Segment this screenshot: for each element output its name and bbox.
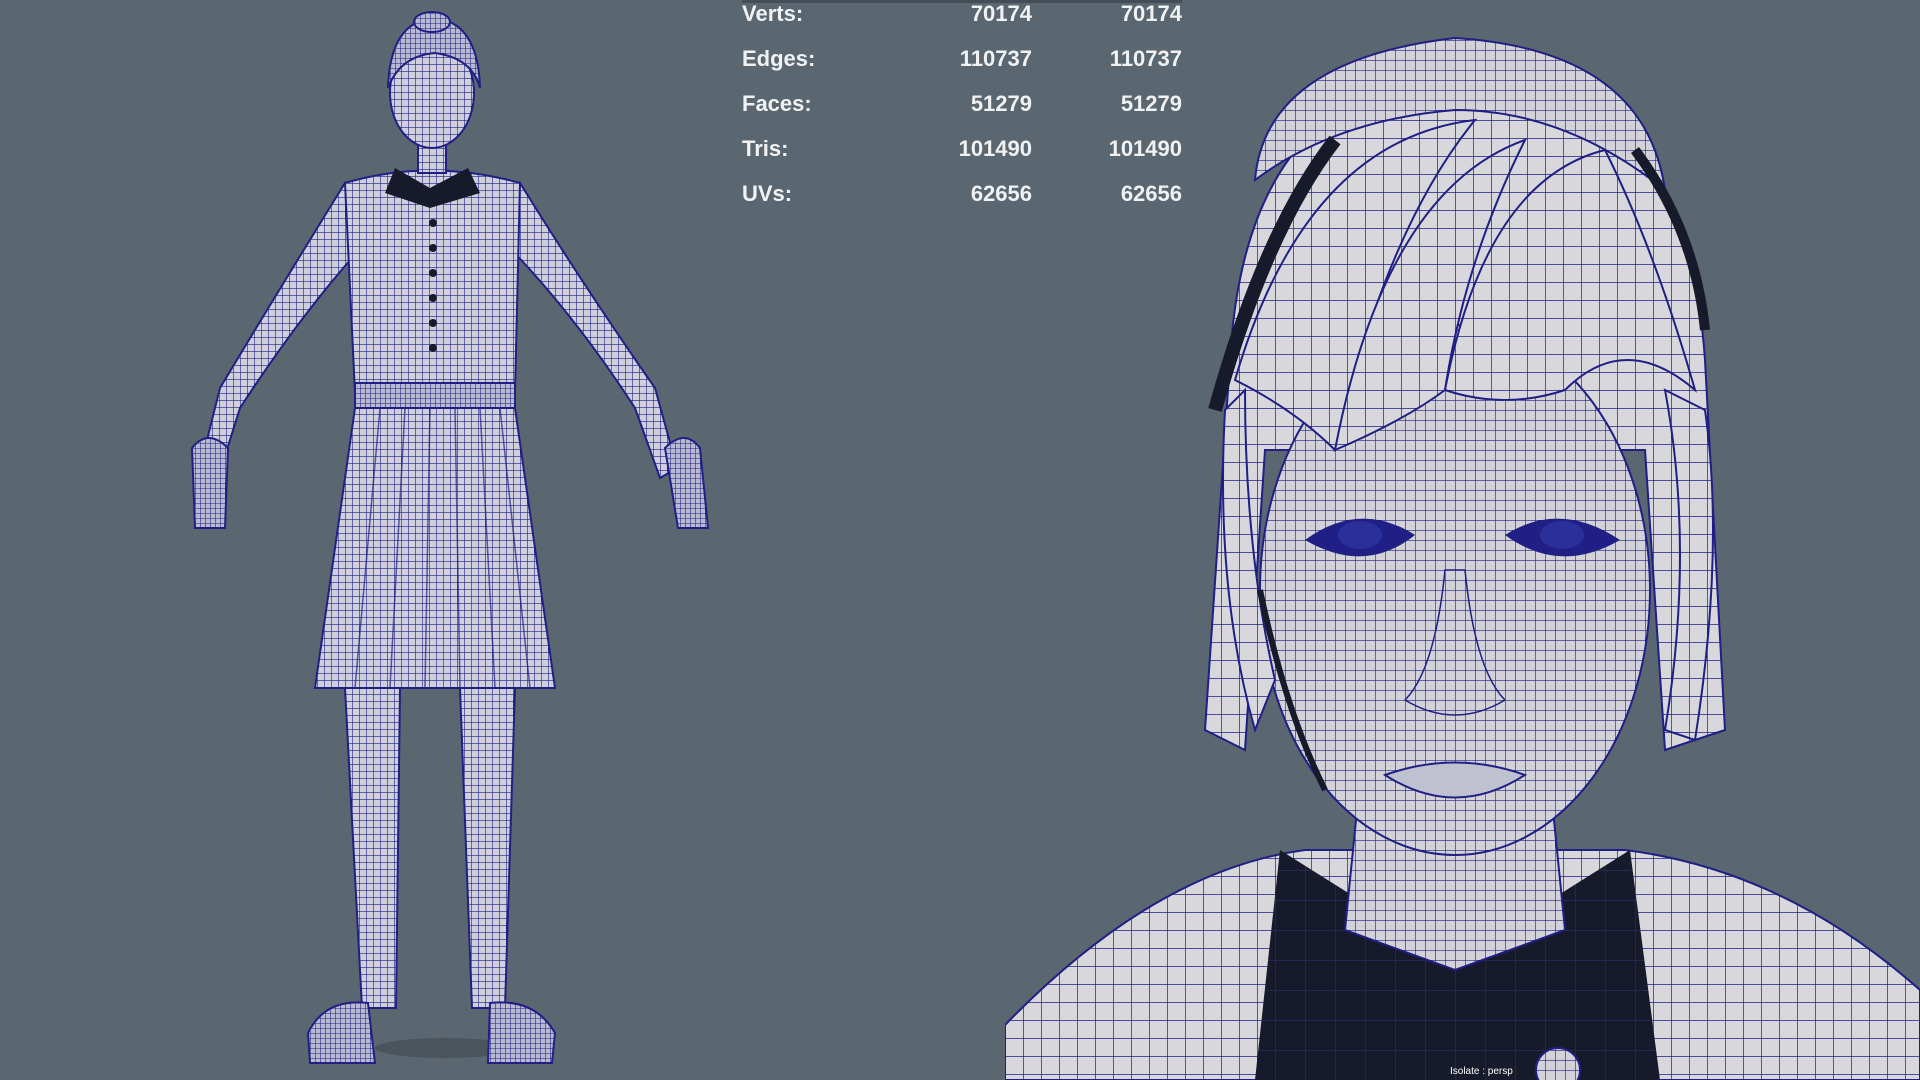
stat-value: 51279: [970, 91, 1032, 116]
stat-label: Edges:: [742, 46, 816, 71]
full-body-wireframe-model[interactable]: [100, 8, 760, 1080]
stat-value: 110737: [959, 46, 1032, 71]
stat-value: 70174: [970, 1, 1032, 26]
camera-label: Isolate : persp: [1450, 1066, 1513, 1077]
stat-value-selected: 110737: [1109, 46, 1182, 71]
stat-value-selected: 62656: [1120, 181, 1182, 206]
stat-value: 62656: [970, 181, 1032, 206]
stat-label: Faces:: [742, 91, 812, 116]
stat-value-selected: 70174: [1120, 1, 1182, 26]
stat-row-uvs: UVs: 62656 62656: [742, 181, 1182, 209]
stat-label: Tris:: [742, 136, 789, 161]
stat-label: Verts:: [742, 1, 804, 26]
stat-row-tris: Tris: 101490 101490: [742, 136, 1182, 164]
viewport[interactable]: Verts: 70174 70174 Edges: 110737 110737 …: [0, 0, 1920, 1080]
stat-row-verts: Verts: 70174 70174: [742, 1, 1182, 29]
stat-row-edges: Edges: 110737 110737: [742, 46, 1182, 74]
stat-value-selected: 51279: [1120, 91, 1182, 116]
stat-label: UVs:: [742, 181, 793, 206]
stat-value-selected: 101490: [1108, 136, 1182, 161]
stat-value: 101490: [958, 136, 1032, 161]
stat-row-faces: Faces: 51279 51279: [742, 91, 1182, 119]
